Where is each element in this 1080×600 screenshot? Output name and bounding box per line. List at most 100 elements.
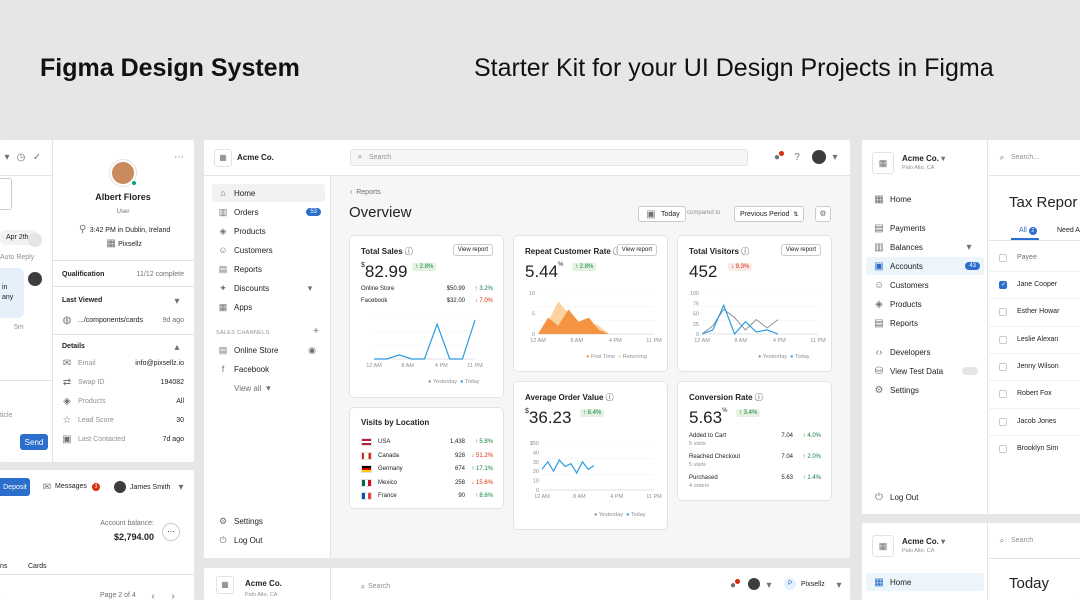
sidebar-item-apps[interactable]: ▦ Apps [212,298,325,316]
test-data-toggle[interactable] [962,367,978,375]
messages-link[interactable]: Messages [55,483,87,490]
store-name[interactable]: Acme Co. [245,579,282,588]
sidebar-item-products[interactable]: ◈ Products [212,222,325,240]
view-report-button[interactable]: View report [780,244,821,256]
series-area-first-time [538,309,609,334]
sidebar-item-logout[interactable]: ⏻ Log Out [866,488,984,506]
chevron-down-icon[interactable]: ▾ [170,296,184,307]
plus-icon[interactable]: + [309,326,323,337]
sidebar-item-logout[interactable]: ⏻ Log Out [212,531,325,549]
sidebar-item-home[interactable]: ⌂ Home [212,184,325,202]
sidebar-item-discounts[interactable]: ✦ Discounts ▾ [212,279,325,297]
sidebar-item-developers[interactable]: ‹› Developers [866,343,984,361]
store-name[interactable]: Acme Co. ▾ [902,154,945,163]
more-icon[interactable]: ⋯ [172,152,186,163]
user-name[interactable]: James Smith [130,484,170,491]
info-icon[interactable]: ⓘ [606,393,614,402]
sidebar-item-reports[interactable]: ▤ Reports [212,260,325,278]
breadcrumb[interactable]: ‹ Reports [350,189,381,196]
payee-name[interactable]: Jacob Jones [1017,418,1056,425]
payee-name[interactable]: Leslie Alexan [1017,336,1058,343]
view-report-button[interactable]: View report [616,244,657,256]
chevron-down-icon[interactable]: ▾ [832,580,846,591]
store-logo-icon[interactable]: ▦ [216,576,234,594]
tab-ns[interactable]: ns [0,563,7,570]
sidebar-item-orders[interactable]: ▥ Orders 53 [212,203,325,221]
row-checkbox[interactable] [999,390,1007,399]
sidebar-item-facebook[interactable]: f Facebook [212,360,325,378]
clock-icon[interactable]: ◷ [14,152,28,163]
date-picker-button[interactable]: ▣ Today [638,206,686,222]
row-checkbox[interactable] [999,335,1007,344]
user-avatar[interactable]: P [784,578,796,590]
row-checkbox[interactable]: ✓ [999,281,1007,289]
sidebar-item-home[interactable]: ▦ Home [866,190,984,208]
sidebar-item-home[interactable]: ▦ Home [866,573,984,591]
chevron-down-icon[interactable]: ▾ [303,283,317,294]
view-report-button[interactable]: View report [452,244,493,256]
payee-name[interactable]: Jane Cooper [1017,281,1057,288]
search-placeholder: Search [1011,537,1034,544]
payee-name[interactable]: Brooklyn Sim [1017,445,1058,452]
info-icon[interactable]: ⓘ [405,247,413,256]
more-button[interactable]: ⋯ [162,523,180,541]
tab-all[interactable]: All 2 [1019,227,1037,235]
row-checkbox[interactable] [999,417,1007,426]
chevron-down-icon[interactable]: ▾ [762,580,776,591]
row-checkbox[interactable] [999,362,1007,371]
search-bar[interactable]: ⌕ Search... [989,140,1080,176]
last-viewed-label: Last Viewed [62,297,103,304]
sidebar-item-view-test-data[interactable]: ⛁ View Test Data [866,362,984,380]
send-button[interactable]: Send [20,434,48,450]
payee-name[interactable]: Esther Howar [1017,308,1059,315]
check-icon[interactable]: ✓ [30,152,44,163]
avatar[interactable] [812,150,826,164]
chat-input[interactable] [0,178,12,210]
help-icon[interactable]: ? [790,152,804,163]
row-checkbox[interactable] [999,308,1007,317]
sidebar-item-online-store[interactable]: ▤ Online Store ◉ [212,341,325,359]
chevron-down-icon[interactable]: ▾ [962,242,976,253]
store-name[interactable]: Acme Co. ▾ [902,537,945,546]
store-logo-icon[interactable]: ▦ [872,152,894,174]
sidebar-item-settings[interactable]: ⚙ Settings [866,381,984,399]
info-icon[interactable]: ⓘ [741,247,749,256]
search-input[interactable]: ⌕ Search [350,149,748,166]
search-bar[interactable]: ⌕ Search [989,523,1080,559]
payee-name[interactable]: Robert Fox [1017,390,1052,397]
store-name[interactable]: Acme Co. [237,153,274,162]
sidebar-item-settings[interactable]: ⚙ Settings [212,512,325,530]
sidebar-item-customers[interactable]: ☺ Customers [212,241,325,259]
chevron-down-icon[interactable]: ▾ [0,152,14,163]
chevron-up-icon[interactable]: ▴ [170,342,184,353]
chevron-down-icon[interactable]: ▾ [828,152,842,163]
row-checkbox[interactable] [999,444,1007,453]
tab-cards[interactable]: Cards [28,563,47,570]
tab-need[interactable]: Need A [1057,227,1080,234]
sidebar-item-payments[interactable]: ▤ Payments [866,219,984,237]
chevron-down-icon[interactable]: ▾ [174,482,188,493]
select-all-checkbox[interactable] [999,254,1007,262]
sidebar-item-products[interactable]: ◈ Products [866,295,984,313]
sidebar-item-reports[interactable]: ▤ Reports [866,314,984,332]
search-input[interactable]: Search [368,583,390,590]
store-logo-icon[interactable]: ▦ [872,535,894,557]
chevron-right-icon[interactable]: › [166,591,180,600]
store-logo-icon[interactable]: ▦ [214,149,232,167]
payments-icon: ▤ [874,222,884,234]
sidebar-item-customers[interactable]: ☺ Customers [866,276,984,294]
deposit-button[interactable]: Deposit [0,478,30,496]
sidebar: ▦ Acme Co. Palo Alto, CA [204,568,331,600]
last-viewed-path[interactable]: .../components/cards [78,317,143,324]
avatar[interactable] [748,578,760,590]
view-all-link[interactable]: View all ▾ [212,379,325,397]
chevron-left-icon[interactable]: ‹ [146,591,160,600]
payee-name[interactable]: Jenny Wilson [1017,363,1059,370]
sidebar-item-accounts[interactable]: ▣ Accounts 43 [866,257,984,275]
user-name[interactable]: Pixsellz [801,581,825,588]
sidebar-item-balances[interactable]: ▥ Balances ▾ [866,238,984,256]
info-icon[interactable]: ⓘ [755,393,763,402]
settings-button[interactable]: ⚙ [815,206,831,222]
compare-select[interactable]: Previous Period ⇅ [734,206,805,222]
eye-icon[interactable]: ◉ [305,345,319,356]
